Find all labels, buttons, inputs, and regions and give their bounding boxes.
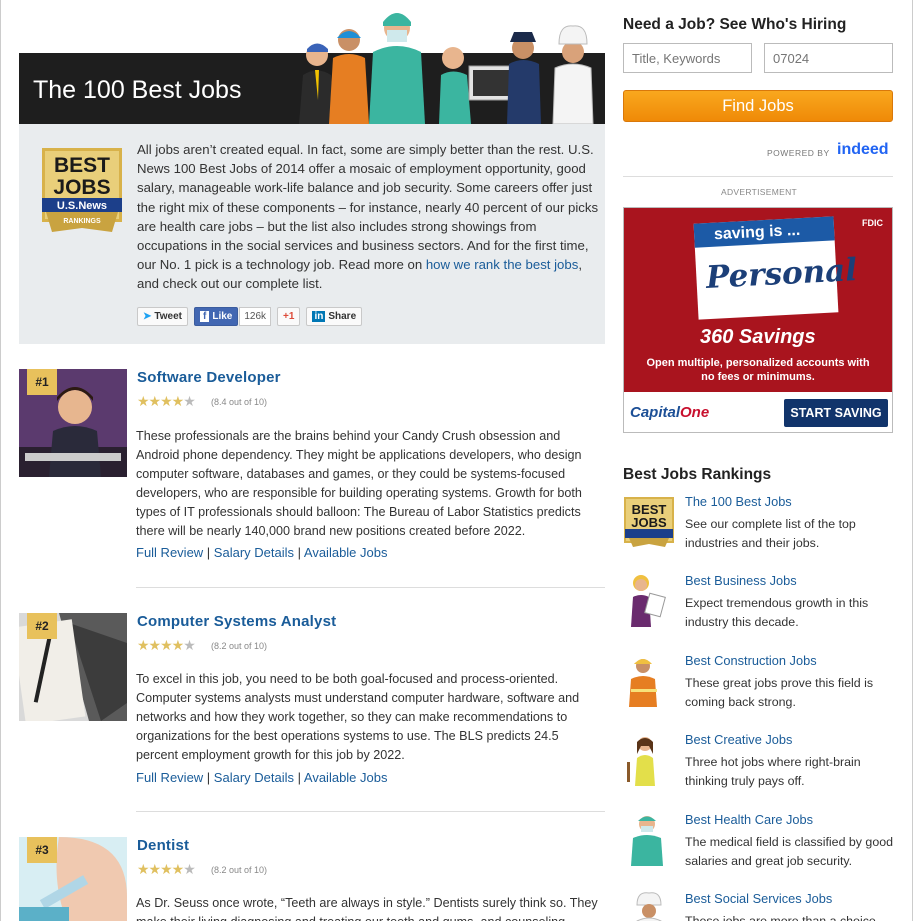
job-title-link[interactable]: Computer Systems Analyst (137, 613, 336, 630)
rankings-heading: Best Jobs Rankings (623, 466, 772, 483)
google-plus-button[interactable]: +1 (277, 307, 301, 326)
ranking-desc: These jobs are more than a choice (685, 914, 876, 921)
svg-text:JOBS: JOBS (53, 176, 110, 199)
star-rating: ★★★★★ (137, 637, 196, 653)
start-saving-button[interactable]: START SAVING (784, 399, 888, 427)
divider (136, 811, 605, 812)
find-jobs-button[interactable]: Find Jobs (623, 90, 893, 122)
job-links: Full Review | Salary Details | Available… (136, 545, 388, 560)
intro-text: All jobs aren’t created equal. In fact, … (137, 142, 599, 292)
capital-one-logo: CapitalOne (630, 404, 710, 421)
construction-worker-icon (629, 659, 657, 707)
job-title-link[interactable]: Software Developer (137, 369, 281, 386)
ranking-desc: See our complete list of the top industr… (685, 517, 856, 550)
job-title-link[interactable]: Dentist (137, 837, 189, 854)
salary-details-link[interactable]: Salary Details (214, 545, 294, 560)
like-count: 126k (239, 307, 272, 326)
indeed-logo[interactable]: indeed (837, 141, 889, 159)
ranking-link[interactable]: Best Health Care Jobs (685, 812, 813, 827)
job-description: To excel in this job, you need to be bot… (136, 672, 580, 762)
hero-banner: The 100 Best Jobs (19, 0, 605, 124)
advertisement-label: ADVERTISEMENT (721, 187, 798, 197)
sidebar-divider (623, 176, 893, 177)
tweet-button[interactable]: ➤ Tweet (137, 307, 188, 326)
ad-line-2: no fees or minimums. (701, 371, 815, 383)
ranking-desc: Expect tremendous growth in this industr… (685, 596, 869, 629)
job-description: These professionals are the brains behin… (136, 429, 582, 538)
workers-illustration (299, 13, 594, 124)
star-rating: ★★★★★ (137, 861, 196, 877)
location-input[interactable] (764, 43, 893, 73)
ranking-link[interactable]: Best Creative Jobs (685, 732, 792, 747)
job-links: Full Review | Salary Details | Available… (136, 770, 388, 785)
divider (136, 587, 605, 588)
score-text: (8.2 out of 10) (211, 641, 268, 651)
star-rating: ★★★★★ (137, 393, 196, 409)
businesswoman-icon (631, 575, 666, 627)
page-title: The 100 Best Jobs (33, 76, 242, 104)
score-text: (8.2 out of 10) (211, 865, 268, 875)
svg-text:BEST: BEST (54, 154, 110, 177)
rank-badge: #3 (27, 837, 57, 863)
powered-by-label: POWERED BY (767, 148, 830, 158)
ad-line-1: Open multiple, personalized accounts wit… (646, 357, 870, 369)
fdic-label: FDIC (862, 218, 883, 228)
ranking-link[interactable]: Best Business Jobs (685, 573, 797, 588)
intro-panel: BEST JOBS U.S.News RANKINGS All jobs are… (19, 124, 605, 344)
facebook-icon: f (200, 311, 210, 322)
capital-one-ad[interactable]: FDIC saving is ... Personal 360 Savings … (623, 207, 893, 433)
rank-badge: #1 (27, 369, 57, 395)
rank-badge: #2 (27, 613, 57, 639)
ranking-desc: Three hot jobs where right-brain thinkin… (685, 755, 861, 788)
full-review-link[interactable]: Full Review (136, 545, 203, 560)
svg-text:JOBS: JOBS (631, 515, 667, 530)
facebook-like-button[interactable]: f Like (194, 307, 239, 326)
svg-text:U.S.News: U.S.News (57, 200, 107, 212)
ranking-desc: These great jobs prove this field is com… (685, 676, 874, 709)
ranking-link[interactable]: The 100 Best Jobs (685, 494, 792, 509)
ranking-link[interactable]: Best Social Services Jobs (685, 891, 832, 906)
salary-details-link[interactable]: Salary Details (214, 770, 294, 785)
svg-text:RANKINGS: RANKINGS (63, 218, 101, 225)
linkedin-share-button[interactable]: in Share (306, 307, 363, 326)
how-we-rank-link[interactable]: how we rank the best jobs (426, 257, 578, 272)
main-column: The 100 Best Jobs BEST JOBS U.S.News RAN… (19, 0, 605, 921)
best-jobs-badge-icon: BEST JOBS (624, 497, 674, 547)
chef-icon (636, 892, 662, 921)
keywords-input[interactable] (623, 43, 752, 73)
best-jobs-badge: BEST JOBS U.S.News RANKINGS (42, 148, 122, 232)
artist-icon (627, 737, 655, 786)
surgeon-icon (631, 816, 663, 866)
job-description: As Dr. Seuss once wrote, “Teeth are alwa… (136, 896, 598, 921)
linkedin-icon: in (312, 311, 326, 322)
full-review-link[interactable]: Full Review (136, 770, 203, 785)
score-text: (8.4 out of 10) (211, 397, 268, 407)
ranking-desc: The medical field is classified by good … (685, 835, 893, 868)
job-search-heading: Need a Job? See Who's Hiring (623, 16, 847, 33)
available-jobs-link[interactable]: Available Jobs (304, 770, 388, 785)
ad-product-name: 360 Savings (700, 326, 816, 348)
share-buttons: ➤ Tweet f Like 126k +1 in Share (137, 307, 363, 326)
twitter-icon: ➤ (143, 311, 152, 322)
available-jobs-link[interactable]: Available Jobs (304, 545, 388, 560)
ranking-link[interactable]: Best Construction Jobs (685, 653, 817, 668)
